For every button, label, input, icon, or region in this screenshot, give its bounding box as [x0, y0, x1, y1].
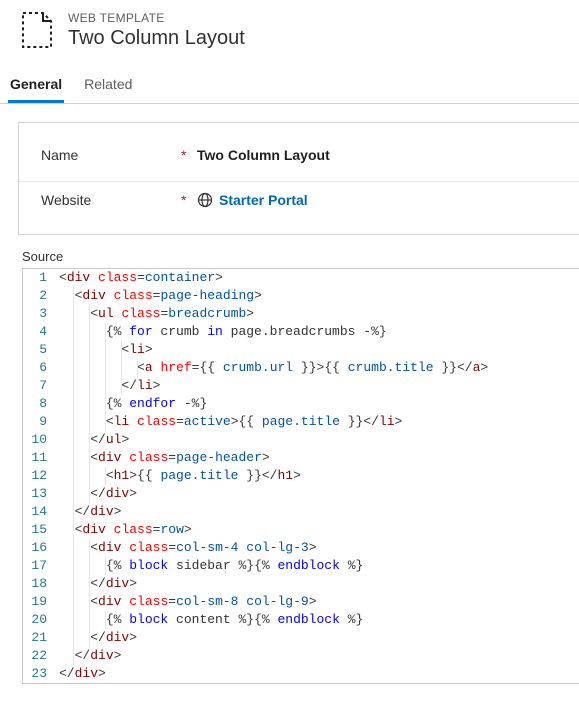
field-row-website: Website * Starter Portal: [19, 182, 579, 216]
website-lookup[interactable]: Starter Portal: [197, 192, 308, 208]
entity-icon: [16, 10, 56, 50]
line-content[interactable]: </div>: [57, 629, 579, 647]
code-line[interactable]: 6 <a href={{ crumb.url }}>{{ crumb.title…: [23, 359, 579, 377]
line-number: 18: [23, 575, 57, 593]
line-content[interactable]: <li class=active>{{ page.title }}</li>: [57, 413, 579, 431]
code-line[interactable]: 23</div>: [23, 665, 579, 683]
line-content[interactable]: </ul>: [57, 431, 579, 449]
code-line[interactable]: 19 <div class=col-sm-8 col-lg-9>: [23, 593, 579, 611]
code-line[interactable]: 12 <h1>{{ page.title }}</h1>: [23, 467, 579, 485]
code-line[interactable]: 21 </div>: [23, 629, 579, 647]
line-number: 12: [23, 467, 57, 485]
tab-related[interactable]: Related: [82, 68, 134, 103]
line-number: 7: [23, 377, 57, 395]
code-line[interactable]: 14 </div>: [23, 503, 579, 521]
code-line[interactable]: 16 <div class=col-sm-4 col-lg-3>: [23, 539, 579, 557]
globe-icon: [197, 192, 213, 208]
line-content[interactable]: {% block sidebar %}{% endblock %}: [57, 557, 579, 575]
form-panel: Name * Two Column Layout Website * Start…: [18, 122, 579, 235]
line-number: 1: [23, 269, 57, 287]
line-content[interactable]: <li>: [57, 341, 579, 359]
line-number: 10: [23, 431, 57, 449]
line-content[interactable]: <a href={{ crumb.url }}>{{ crumb.title }…: [57, 359, 579, 377]
name-label: Name: [41, 147, 181, 163]
line-content[interactable]: </div>: [57, 485, 579, 503]
line-number: 4: [23, 323, 57, 341]
entity-type-label: WEB TEMPLATE: [68, 11, 245, 25]
code-line[interactable]: 4 {% for crumb in page.breadcrumbs -%}: [23, 323, 579, 341]
website-value: Starter Portal: [219, 192, 308, 208]
line-number: 3: [23, 305, 57, 323]
line-number: 6: [23, 359, 57, 377]
code-line[interactable]: 17 {% block sidebar %}{% endblock %}: [23, 557, 579, 575]
line-number: 19: [23, 593, 57, 611]
line-number: 15: [23, 521, 57, 539]
page-header: WEB TEMPLATE Two Column Layout: [0, 0, 579, 68]
line-content[interactable]: </div>: [57, 575, 579, 593]
line-content[interactable]: <div class=container>: [57, 269, 579, 287]
line-number: 9: [23, 413, 57, 431]
line-number: 17: [23, 557, 57, 575]
code-line[interactable]: 22 </div>: [23, 647, 579, 665]
source-label: Source: [22, 249, 579, 264]
line-number: 13: [23, 485, 57, 503]
line-content[interactable]: <ul class=breadcrumb>: [57, 305, 579, 323]
line-content[interactable]: {% block content %}{% endblock %}: [57, 611, 579, 629]
line-number: 23: [23, 665, 57, 683]
code-line[interactable]: 5 <li>: [23, 341, 579, 359]
line-number: 2: [23, 287, 57, 305]
code-line[interactable]: 1<div class=container>: [23, 269, 579, 287]
line-number: 20: [23, 611, 57, 629]
line-number: 21: [23, 629, 57, 647]
line-number: 5: [23, 341, 57, 359]
line-content[interactable]: <h1>{{ page.title }}</h1>: [57, 467, 579, 485]
line-content[interactable]: </div>: [57, 503, 579, 521]
required-marker: *: [181, 147, 197, 163]
line-number: 22: [23, 647, 57, 665]
name-input[interactable]: Two Column Layout: [197, 147, 330, 163]
code-line[interactable]: 18 </div>: [23, 575, 579, 593]
entity-title: Two Column Layout: [68, 27, 245, 50]
code-line[interactable]: 7 </li>: [23, 377, 579, 395]
source-code-editor[interactable]: 1<div class=container>2 <div class=page-…: [22, 268, 579, 684]
line-content[interactable]: </li>: [57, 377, 579, 395]
code-line[interactable]: 9 <li class=active>{{ page.title }}</li>: [23, 413, 579, 431]
line-number: 16: [23, 539, 57, 557]
code-line[interactable]: 11 <div class=page-header>: [23, 449, 579, 467]
line-content[interactable]: </div>: [57, 647, 579, 665]
line-content[interactable]: </div>: [57, 665, 579, 683]
line-content[interactable]: <div class=col-sm-4 col-lg-3>: [57, 539, 579, 557]
line-number: 11: [23, 449, 57, 467]
code-line[interactable]: 20 {% block content %}{% endblock %}: [23, 611, 579, 629]
code-line[interactable]: 3 <ul class=breadcrumb>: [23, 305, 579, 323]
code-line[interactable]: 13 </div>: [23, 485, 579, 503]
line-number: 14: [23, 503, 57, 521]
line-content[interactable]: {% endfor -%}: [57, 395, 579, 413]
code-line[interactable]: 8 {% endfor -%}: [23, 395, 579, 413]
line-content[interactable]: {% for crumb in page.breadcrumbs -%}: [57, 323, 579, 341]
field-row-name: Name * Two Column Layout: [19, 137, 579, 182]
line-number: 8: [23, 395, 57, 413]
website-label: Website: [41, 192, 181, 208]
line-content[interactable]: <div class=page-header>: [57, 449, 579, 467]
line-content[interactable]: <div class=col-sm-8 col-lg-9>: [57, 593, 579, 611]
tab-bar: General Related: [0, 68, 579, 104]
tab-general[interactable]: General: [8, 68, 64, 103]
line-content[interactable]: <div class=page-heading>: [57, 287, 579, 305]
required-marker: *: [181, 192, 197, 208]
line-content[interactable]: <div class=row>: [57, 521, 579, 539]
code-line[interactable]: 15 <div class=row>: [23, 521, 579, 539]
code-line[interactable]: 2 <div class=page-heading>: [23, 287, 579, 305]
code-line[interactable]: 10 </ul>: [23, 431, 579, 449]
